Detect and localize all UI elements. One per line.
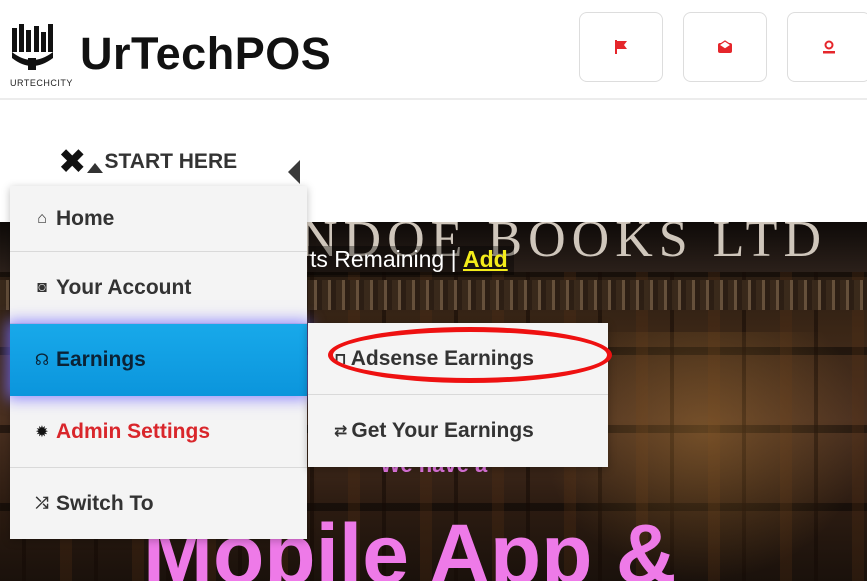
menu-item-label: Home <box>56 206 115 230</box>
menu-item-earnings[interactable]: ☊ Earnings <box>10 324 307 396</box>
submenu-pointer <box>288 160 300 184</box>
remaining-text: ts Remaining | <box>310 246 463 272</box>
menu-item-home[interactable]: ⌂ Home <box>10 186 307 252</box>
messages-button[interactable] <box>683 12 767 82</box>
start-here-toggle[interactable]: ✖ START HERE <box>58 145 238 179</box>
side-menu: ⌂ Home ◙ Your Account ☊ Earnings ✹ Admin… <box>10 186 307 539</box>
menu-item-label: Admin Settings <box>56 419 211 443</box>
menu-item-label: Your Account <box>56 275 192 299</box>
envelope-icon <box>717 40 733 53</box>
home-icon: ⌂ <box>37 209 47 227</box>
user-button[interactable] <box>787 12 867 82</box>
header: UrTechPOS URTECHCITY <box>0 0 867 100</box>
flag-button[interactable] <box>579 12 663 82</box>
start-here-label: START HERE <box>104 150 238 173</box>
caret-up-icon <box>86 163 103 173</box>
menu-item-switch-to[interactable]: ⤮ Switch To <box>10 468 307 540</box>
user-icon <box>823 40 835 54</box>
highlight-ring <box>328 327 612 383</box>
gear-icon: ✹ <box>35 423 49 441</box>
menu-item-admin-settings[interactable]: ✹ Admin Settings <box>10 396 307 468</box>
logo-subtitle: URTECHCITY <box>10 78 73 88</box>
logo-title: UrTechPOS <box>80 28 332 79</box>
logo-mark-icon <box>12 24 53 70</box>
submenu-item-label: Get Your Earnings <box>351 419 534 442</box>
menu-item-label: Switch To <box>56 492 154 515</box>
shuffle-icon: ⤮ <box>35 495 49 512</box>
add-link[interactable]: Add <box>463 246 508 272</box>
remaining-notice: ts Remaining | Add <box>308 246 514 275</box>
close-icon[interactable]: ✖ <box>58 145 87 179</box>
exchange-icon: ⇄ <box>334 423 348 440</box>
menu-item-label: Earnings <box>56 348 146 371</box>
menu-item-your-account[interactable]: ◙ Your Account <box>10 252 307 324</box>
submenu-item-get-your-earnings[interactable]: ⇄ Get Your Earnings <box>308 395 608 467</box>
earnings-icon: ☊ <box>34 352 50 369</box>
flag-icon <box>615 40 627 54</box>
account-icon: ◙ <box>37 278 47 296</box>
